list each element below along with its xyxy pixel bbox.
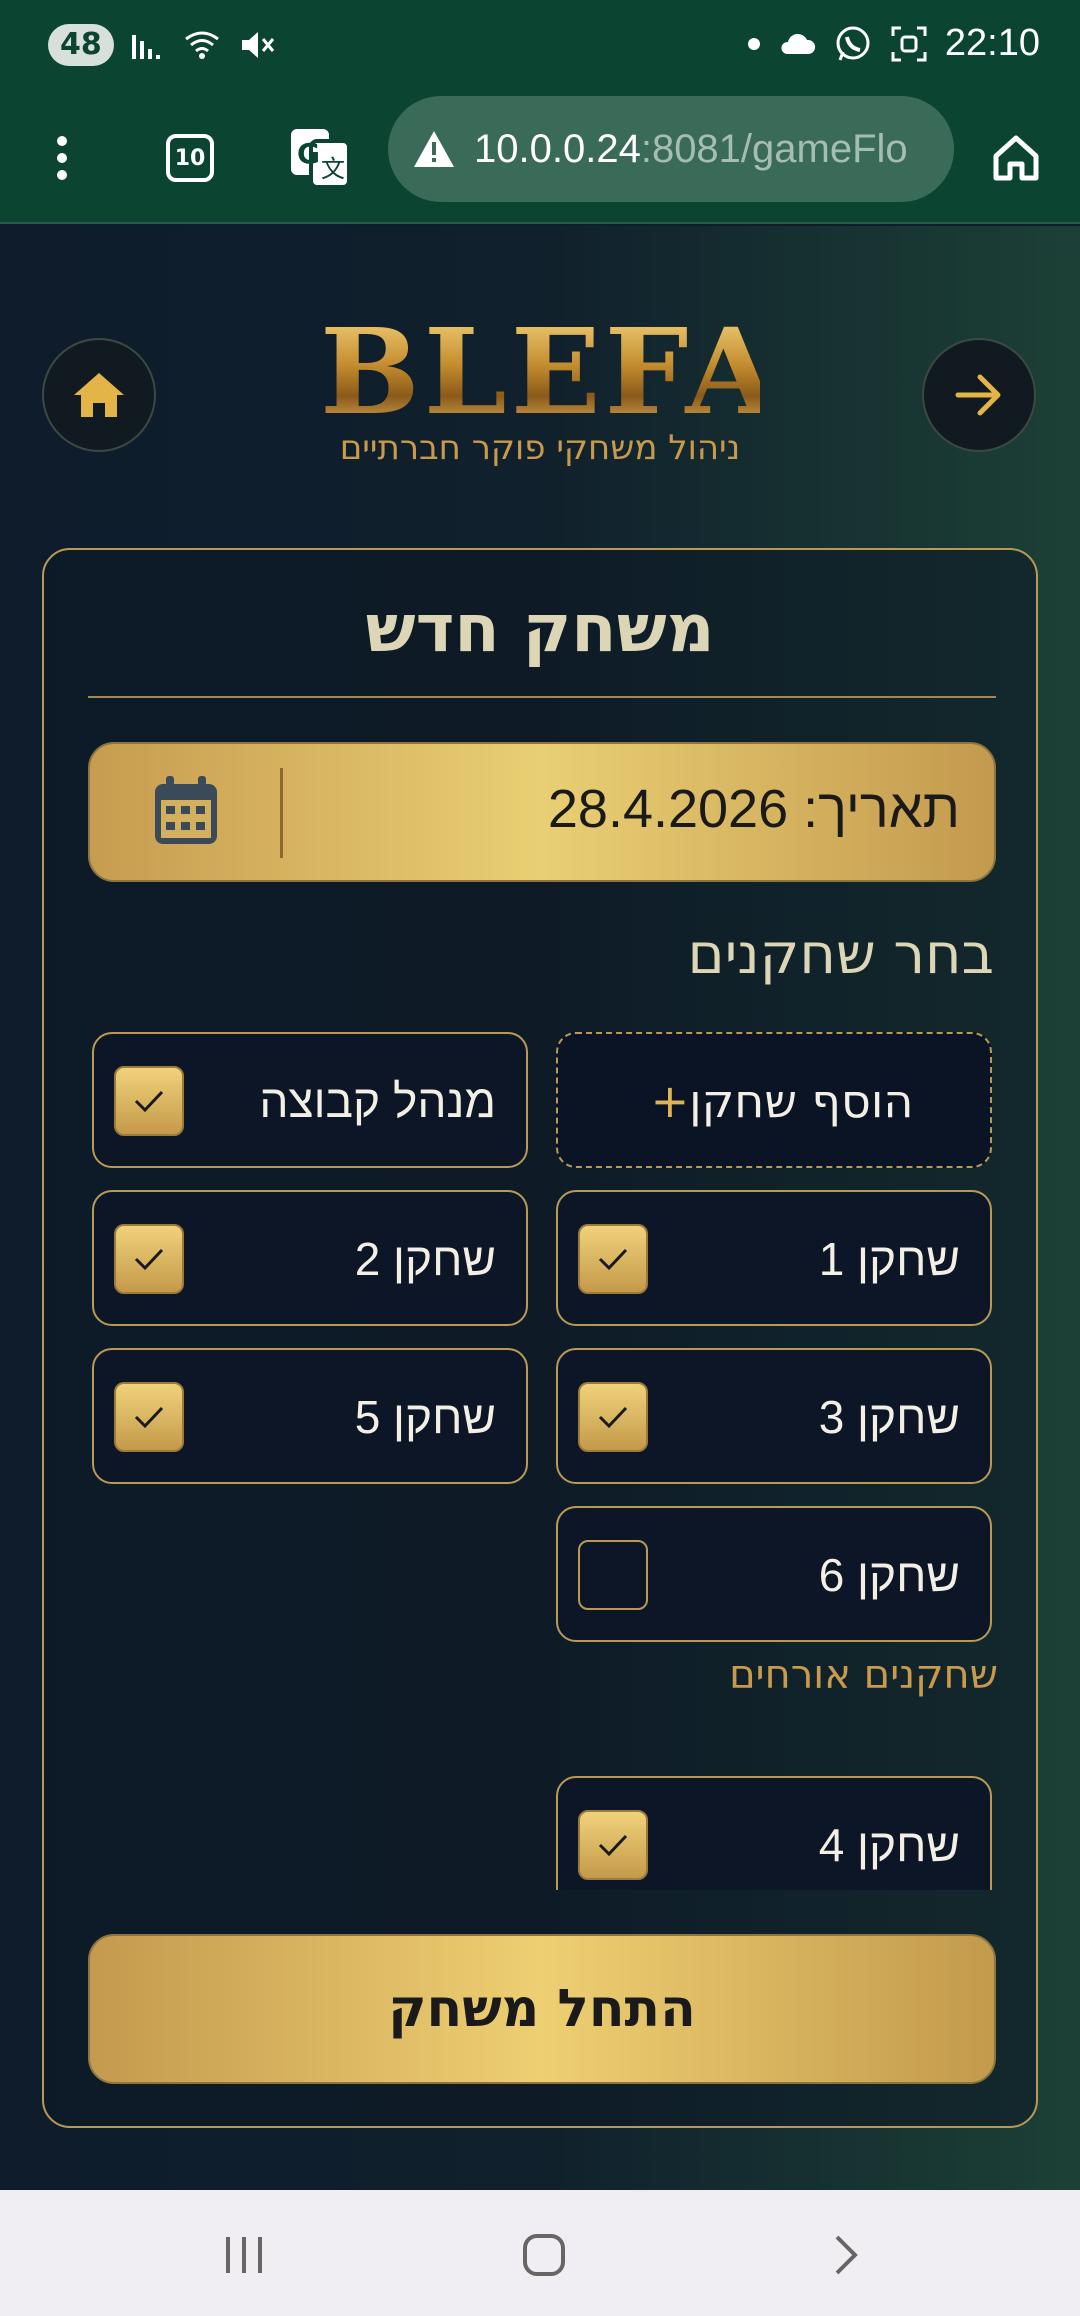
browser-home-button[interactable] [980, 122, 1052, 194]
system-nav-bar [0, 2190, 1080, 2316]
notification-dot-icon [747, 37, 760, 50]
warning-icon [414, 131, 454, 167]
page-content: BLEFA ניהול משחקי פוקר חברתיים משחק חדש … [0, 226, 1080, 2190]
url-bar[interactable]: 10.0.0.24:8081/gameFlo [388, 96, 954, 202]
forward-button[interactable] [922, 338, 1036, 452]
battery-indicator: 48 [48, 24, 114, 66]
logo-subtitle: ניהול משחקי פוקר חברתיים [339, 428, 741, 468]
player-card[interactable]: שחקן 2 [92, 1190, 528, 1326]
status-bar: 48 22:10 [0, 0, 1080, 92]
player-name: שחקן 2 [354, 1233, 496, 1285]
player-name: מנהל קבוצה [259, 1075, 496, 1127]
player-card[interactable]: שחקן 6 [556, 1506, 992, 1642]
checkmark-icon [598, 1834, 628, 1857]
chevron-right-icon [835, 2235, 858, 2275]
tabs-button[interactable]: 10 [154, 122, 226, 194]
svg-text:文: 文 [321, 155, 345, 183]
whatsapp-icon [836, 26, 870, 61]
add-player-row: הוסף שחקן+ [558, 1074, 990, 1128]
checkmark-icon [134, 1248, 164, 1271]
translate-icon: G文 [291, 129, 351, 189]
checkmark-icon [598, 1406, 628, 1429]
add-player-label: הוסף שחקן [689, 1074, 914, 1128]
checkbox-unchecked[interactable] [578, 1540, 648, 1610]
checkmark-icon [134, 1090, 164, 1113]
home-icon [74, 373, 124, 417]
url-host: 10.0.0.24 [474, 126, 641, 171]
cloud-icon [781, 33, 815, 54]
home-outline-icon [993, 135, 1039, 181]
screenshot-icon [891, 26, 927, 61]
home-nav-icon [523, 2234, 565, 2276]
player-card[interactable]: שחקן 1 [556, 1190, 992, 1326]
back-nav-button[interactable] [806, 2220, 886, 2290]
checkbox-checked[interactable] [114, 1066, 184, 1136]
start-game-button[interactable]: התחל משחק [88, 1934, 996, 2084]
checkbox-checked[interactable] [578, 1382, 648, 1452]
checkbox-checked[interactable] [578, 1810, 648, 1880]
checkbox-checked[interactable] [114, 1224, 184, 1294]
clock: 22:10 [944, 22, 1040, 64]
checkmark-icon [134, 1406, 164, 1429]
players-list: הוסף שחקן+ מנהל קבוצה שחקן 1 שחקן 2 שחקן… [44, 550, 1040, 1890]
svg-text:G: G [297, 137, 320, 170]
guest-player-card[interactable]: שחקן 4 [556, 1776, 992, 1890]
player-card[interactable]: שחקן 3 [556, 1348, 992, 1484]
recent-apps-icon [226, 2237, 262, 2273]
tabs-count: 10 [166, 134, 214, 182]
app-logo: BLEFA ניהול משחקי פוקר חברתיים [320, 302, 782, 469]
player-name: שחקן 4 [818, 1819, 960, 1871]
more-vertical-icon [57, 136, 67, 180]
wifi-icon [184, 31, 219, 59]
add-player-button[interactable]: הוסף שחקן+ [556, 1032, 992, 1168]
checkbox-checked[interactable] [114, 1382, 184, 1452]
signal-icon [131, 35, 160, 59]
logo-title: BLEFA [320, 302, 782, 441]
url-text: 10.0.0.24:8081/gameFlo [474, 127, 908, 172]
browser-menu-button[interactable] [26, 122, 98, 194]
mute-icon [241, 32, 274, 58]
checkmark-icon [598, 1248, 628, 1271]
url-path: :8081/gameFlo [640, 126, 908, 171]
player-card[interactable]: מנהל קבוצה [92, 1032, 528, 1168]
translate-button[interactable]: G文 [284, 122, 356, 194]
arrow-right-icon [955, 374, 1001, 416]
home-button[interactable] [42, 338, 156, 452]
player-name: שחקן 5 [354, 1391, 496, 1443]
plus-icon: + [650, 1074, 690, 1128]
player-name: שחקן 3 [818, 1391, 960, 1443]
checkbox-checked[interactable] [578, 1224, 648, 1294]
guests-section-title: שחקנים אורחים [729, 1652, 998, 1698]
home-nav-button[interactable] [504, 2220, 584, 2290]
player-card[interactable]: שחקן 5 [92, 1348, 528, 1484]
start-game-label: התחל משחק [388, 1979, 696, 2039]
recent-apps-button[interactable] [204, 2220, 284, 2290]
new-game-card: משחק חדש תאריך: 28.4.2026 בחר שחקנים הוס… [42, 548, 1038, 2128]
player-name: שחקן 6 [818, 1549, 960, 1601]
player-name: שחקן 1 [818, 1233, 960, 1285]
